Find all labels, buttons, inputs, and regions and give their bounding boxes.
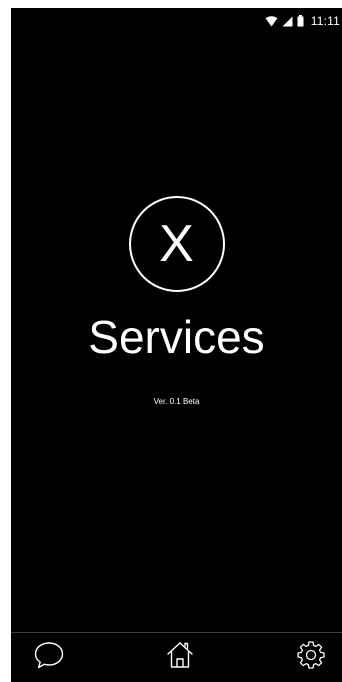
gear-icon bbox=[296, 640, 326, 675]
wifi-icon bbox=[265, 15, 278, 27]
chat-bubble-icon bbox=[33, 640, 65, 675]
bottom-nav bbox=[11, 632, 342, 682]
x-logo-circle-icon: X bbox=[128, 196, 225, 292]
nav-home-button[interactable] bbox=[163, 641, 197, 675]
status-bar: 11:11 bbox=[11, 8, 342, 34]
logo-letter: X bbox=[159, 215, 194, 273]
cell-signal-icon bbox=[282, 16, 293, 27]
nav-settings-button[interactable] bbox=[294, 641, 328, 675]
status-clock: 11:11 bbox=[310, 14, 340, 28]
home-icon bbox=[165, 640, 195, 675]
app-screen: 11:11 X Services Ver. 0.1 Beta bbox=[11, 8, 342, 682]
version-label: Ver. 0.1 Beta bbox=[153, 396, 200, 406]
battery-icon bbox=[297, 15, 304, 27]
nav-chat-button[interactable] bbox=[32, 641, 66, 675]
splash-content: X Services Ver. 0.1 Beta bbox=[11, 196, 342, 406]
app-title: Services bbox=[88, 311, 265, 363]
